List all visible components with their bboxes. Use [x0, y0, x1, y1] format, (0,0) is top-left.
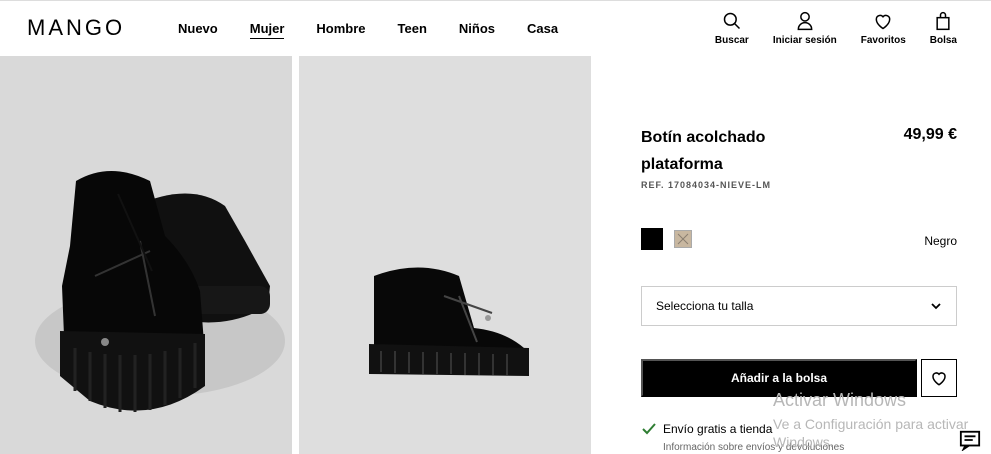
shipping-info-link[interactable]: Información sobre envíos y devoluciones [663, 442, 844, 453]
user-icon [797, 11, 813, 31]
size-placeholder: Selecciona tu talla [656, 299, 754, 313]
search-button[interactable]: Buscar [715, 11, 749, 46]
login-label: Iniciar sesión [772, 35, 837, 46]
nav-ninos[interactable]: Niños [459, 21, 495, 39]
boot-side-illustration [299, 56, 591, 454]
favorites-label: Favoritos [860, 35, 906, 46]
nav-casa[interactable]: Casa [527, 21, 558, 39]
search-label: Buscar [714, 35, 749, 46]
shipping-text: Envío gratis a tienda [663, 421, 773, 436]
product-reference: REF. 17084034-NIEVE-LM [641, 180, 772, 190]
color-swatch-beige[interactable] [674, 230, 692, 248]
boots-front-illustration [0, 56, 292, 454]
chevron-down-icon [931, 303, 941, 310]
product-page: MANGO Nuevo Mujer Hombre Teen Niños Casa… [0, 0, 991, 454]
size-selector[interactable]: Selecciona tu talla [641, 286, 957, 326]
add-to-bag-button[interactable]: Añadir a la bolsa [641, 359, 917, 397]
product-info: Botín acolchado plataforma 49,99 € REF. … [641, 56, 957, 454]
bag-button[interactable]: Bolsa [930, 11, 957, 46]
selected-color-name: Negro [924, 234, 957, 248]
bag-icon [936, 11, 950, 31]
main-nav: Nuevo Mujer Hombre Teen Niños Casa [178, 21, 558, 39]
color-swatch-black[interactable] [641, 228, 663, 250]
nav-nuevo[interactable]: Nuevo [178, 21, 218, 39]
nav-mujer[interactable]: Mujer [249, 21, 285, 39]
header-tools: Buscar Iniciar sesión Favoritos Bolsa [715, 11, 957, 46]
product-title: Botín acolchado plataforma [641, 129, 766, 173]
product-image-front[interactable] [0, 56, 292, 454]
product-image-side[interactable] [299, 56, 591, 454]
shipping-message: Envío gratis a tienda [641, 421, 772, 436]
site-header: MANGO Nuevo Mujer Hombre Teen Niños Casa… [0, 0, 991, 56]
favorites-button[interactable]: Favoritos [861, 11, 906, 46]
check-icon [642, 423, 656, 435]
search-icon [723, 12, 740, 30]
bag-label: Bolsa [929, 35, 957, 46]
login-button[interactable]: Iniciar sesión [773, 11, 837, 46]
brand-logo[interactable]: MANGO [27, 15, 125, 41]
product-price: 49,99 € [903, 126, 957, 143]
favorite-button[interactable] [921, 359, 957, 397]
heart-icon [932, 372, 946, 386]
heart-icon [875, 14, 891, 30]
nav-hombre[interactable]: Hombre [316, 21, 365, 39]
unavailable-cross-icon [677, 233, 689, 245]
nav-teen[interactable]: Teen [398, 21, 427, 39]
chat-icon[interactable] [959, 429, 981, 451]
